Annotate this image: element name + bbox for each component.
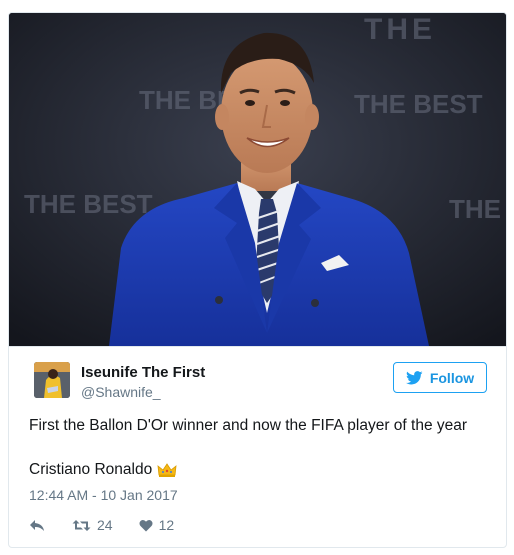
tweet-text: First the Ballon D'Or winner and now the… — [29, 417, 468, 434]
retweet-button[interactable]: 24 — [72, 517, 113, 533]
avatar-image — [34, 362, 70, 398]
backdrop-text: THE BEST — [449, 194, 507, 224]
tweet-card: THE THE BEST THE BEST THE BEST THE BEST — [8, 12, 507, 548]
retweet-icon — [72, 519, 91, 531]
follow-button[interactable]: Follow — [393, 362, 487, 393]
heart-icon — [139, 519, 153, 531]
follow-button-label: Follow — [429, 369, 475, 386]
twitter-bird-icon — [405, 370, 423, 384]
like-count: 12 — [158, 517, 175, 533]
photo-divider — [9, 346, 506, 347]
tweet-photo[interactable]: THE THE BEST THE BEST THE BEST THE BEST — [9, 13, 507, 346]
author-handle[interactable]: @Shawnife_ — [81, 384, 161, 400]
reply-icon — [30, 519, 44, 531]
tweet-timestamp[interactable]: 12:44 AM - 10 Jan 2017 — [29, 487, 178, 503]
crown-icon — [157, 463, 177, 477]
author-name[interactable]: Iseunife The First — [81, 364, 205, 381]
backdrop-text: THE BEST — [354, 89, 483, 119]
backdrop-top-text: THE — [364, 13, 436, 46]
backdrop-text: THE BEST — [24, 189, 153, 219]
tweet-photo-image: THE THE BEST THE BEST THE BEST THE BEST — [9, 13, 507, 346]
like-button[interactable]: 12 — [139, 517, 175, 533]
reply-button[interactable] — [29, 519, 45, 532]
tweet-subline-text: Cristiano Ronaldo — [29, 461, 153, 478]
avatar[interactable] — [34, 362, 70, 398]
retweet-count: 24 — [97, 517, 113, 533]
tweet-subline: Cristiano Ronaldo — [29, 460, 499, 480]
tweet-actions: 24 12 — [29, 515, 174, 535]
